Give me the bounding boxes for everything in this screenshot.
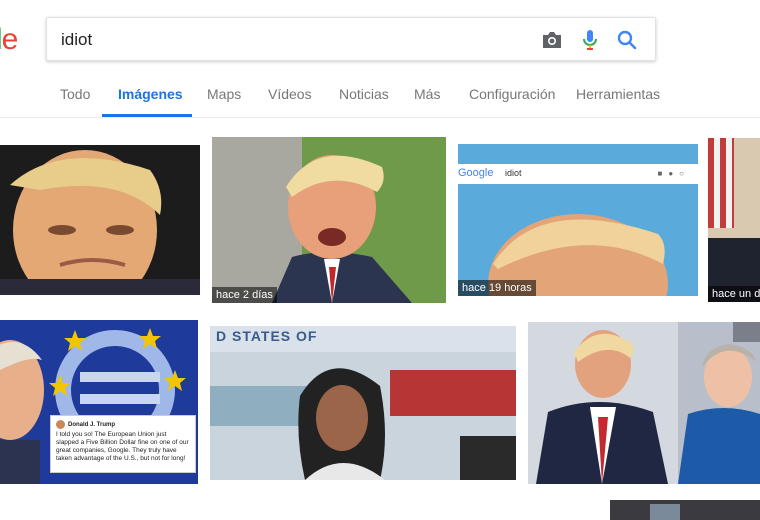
tweet-text: I told you so! The European Union just s… [56, 431, 189, 462]
image-caption: hace un d [708, 286, 760, 302]
tab-noticias[interactable]: Noticias [339, 86, 389, 102]
banner-text: D STATES OF [216, 328, 318, 344]
image-result[interactable]: Donald J. Trump I told you so! The Europ… [0, 320, 198, 484]
google-logo[interactable]: le [0, 20, 18, 60]
tab-videos[interactable]: Vídeos [268, 86, 312, 102]
embedded-search-query: idiot [505, 168, 522, 178]
microphone-icon[interactable] [578, 28, 602, 52]
image-result[interactable] [610, 500, 760, 520]
embedded-google-logo: Google [458, 167, 494, 179]
search-input[interactable] [61, 27, 521, 53]
image-result[interactable] [528, 322, 760, 484]
active-tab-indicator [102, 114, 192, 117]
tweet-author: Donald J. Trump [68, 421, 116, 428]
image-result[interactable]: D STATES OF [210, 326, 516, 480]
tab-imagenes[interactable]: Imágenes [118, 86, 183, 102]
camera-icon[interactable] [540, 28, 564, 52]
tab-mas[interactable]: Más [414, 86, 440, 102]
search-box[interactable] [46, 17, 656, 61]
embedded-search-bar: Google idiot ■●○ [458, 164, 698, 184]
tweet-avatar [56, 420, 65, 429]
image-result[interactable]: hace un d [708, 138, 760, 302]
embedded-tweet: Donald J. Trump I told you so! The Europ… [50, 415, 196, 473]
tab-maps[interactable]: Maps [207, 86, 241, 102]
search-icon[interactable] [615, 28, 639, 52]
image-result[interactable] [0, 145, 200, 295]
tab-todo[interactable]: Todo [60, 86, 90, 102]
tab-configuracion[interactable]: Configuración [469, 86, 555, 102]
image-result[interactable]: hace 2 días [212, 137, 446, 303]
image-caption: hace 2 días [212, 287, 277, 303]
embedded-search-icons: ■●○ [657, 169, 690, 178]
search-tabs: Todo Imágenes Maps Vídeos Noticias Más C… [0, 70, 760, 118]
image-result[interactable]: Google idiot ■●○ hace 19 horas [458, 144, 698, 296]
image-caption: hace 19 horas [458, 280, 536, 296]
tab-herramientas[interactable]: Herramientas [576, 86, 660, 102]
